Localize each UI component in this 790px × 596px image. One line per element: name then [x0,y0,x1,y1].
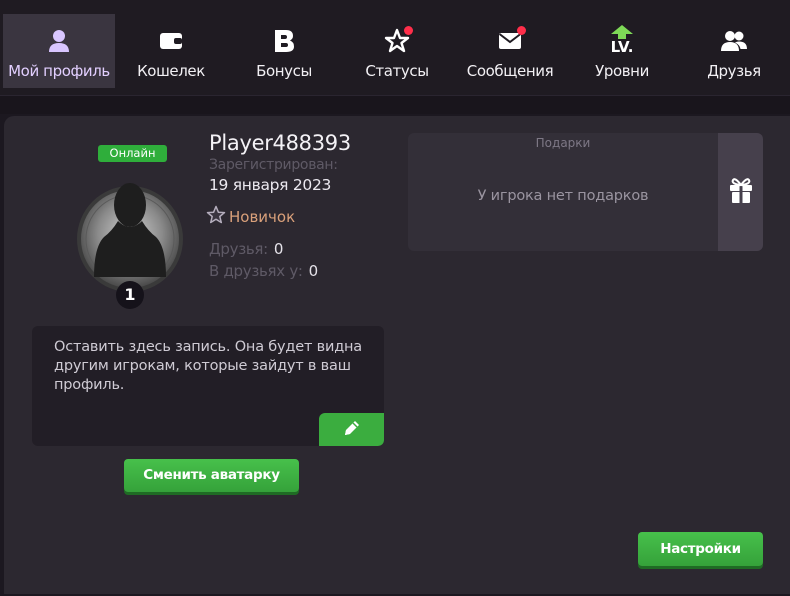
notification-dot [404,26,413,35]
gifts-box: Подарки У игрока нет подарков [408,133,718,251]
nav-wallet[interactable]: Кошелек [115,14,227,90]
avatar [74,177,186,293]
nav-label: Друзья [707,62,761,80]
wallet-icon [115,28,227,54]
friends-stat: Друзья: 0 [209,240,283,258]
level-up-icon: LV. [566,22,678,58]
gifts-empty-text: У игрока нет подарков [477,188,649,204]
nav-levels[interactable]: LV. Уровни [566,14,678,90]
bonus-b-icon [228,28,340,54]
wall-post-placeholder[interactable]: Оставить здесь запись. Она будет видна д… [54,338,374,395]
nav-bonuses[interactable]: Бонусы [228,14,340,90]
notification-dot [517,26,526,35]
registered-date: 19 января 2023 [209,176,332,194]
nav-label: Бонусы [256,62,312,80]
star-icon [341,28,453,54]
nav-label: Статусы [365,62,429,80]
friends-label: Друзья: [209,240,268,258]
rank: Новичок [206,205,295,229]
send-gift-button[interactable] [718,133,763,251]
nav-friends[interactable]: Друзья [678,14,790,90]
settings-button[interactable]: Настройки [638,532,763,566]
friend-of-stat: В друзьях у: 0 [209,262,318,280]
write-post-button[interactable] [319,413,384,446]
rank-text: Новичок [229,208,296,226]
nav-my-profile[interactable]: Мой профиль [3,14,115,88]
gift-icon [727,176,755,208]
nav-statuses[interactable]: Статусы [341,14,453,90]
pencil-icon [342,418,362,442]
change-avatar-button[interactable]: Сменить аватарку [124,459,299,492]
nav-label: Мой профиль [8,62,110,80]
level-badge: 1 [116,281,144,309]
level-icon-text: LV. [610,38,634,56]
online-status-badge: Онлайн [98,145,167,162]
nav-label: Сообщения [466,62,554,80]
friend-of-label: В друзьях у: [209,262,303,280]
gifts-title: Подарки [535,136,591,150]
rank-star-icon [206,205,226,229]
friends-value: 0 [273,240,284,258]
friends-icon [678,28,790,54]
envelope-icon [454,28,566,54]
nav-messages[interactable]: Сообщения [454,14,566,90]
nav-label: Уровни [595,62,649,80]
registered-label: Зарегистрирован: [209,157,338,173]
top-navigation: Мой профиль Кошелек Бонусы Статусы Сообщ… [0,0,790,96]
user-icon [3,28,115,54]
friend-of-value: 0 [308,262,319,280]
decorative-strip [0,96,790,114]
player-name: Player488393 [209,131,351,155]
nav-label: Кошелек [137,62,205,80]
